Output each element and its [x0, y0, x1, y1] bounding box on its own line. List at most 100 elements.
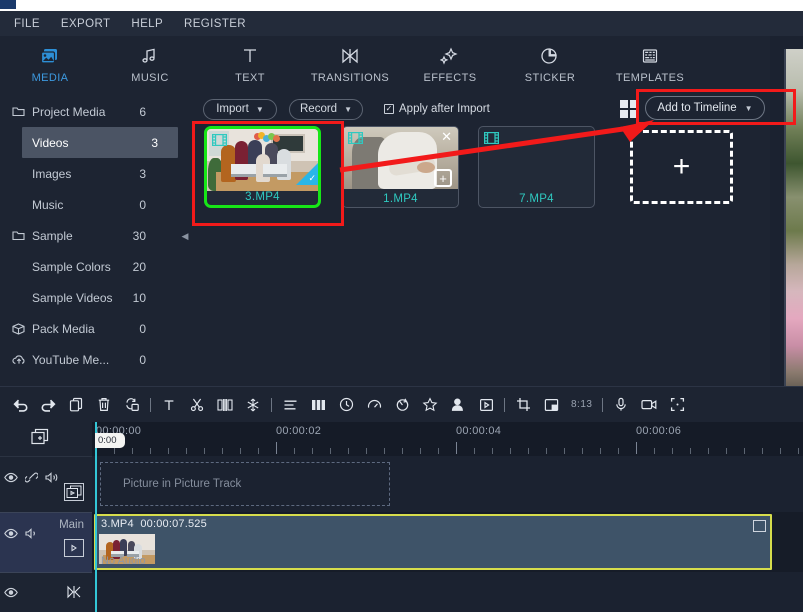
track-preview-main-icon[interactable]	[64, 539, 84, 557]
timeline-track-transition[interactable]	[92, 572, 803, 612]
redo-icon[interactable]	[34, 391, 62, 419]
pip-overlay-icon[interactable]	[537, 391, 565, 419]
record-button[interactable]: Record ▼	[289, 98, 363, 120]
pip-track-placeholder[interactable]: Picture in Picture Track	[100, 462, 390, 506]
track-controls-transition	[4, 585, 18, 603]
portrait-person-icon[interactable]	[444, 391, 472, 419]
add-to-timeline-wrap: Add to Timeline ▼	[645, 96, 765, 122]
ruler-tick	[132, 448, 133, 454]
ruler-tick	[168, 448, 169, 454]
media-thumbnail-label: 7.MP4	[519, 193, 554, 205]
sidebar-label-images: Images	[32, 166, 72, 181]
play-frame-icon[interactable]	[472, 391, 500, 419]
menu-item-export[interactable]: EXPORT	[54, 15, 124, 33]
toolbar-separator	[598, 397, 607, 412]
sidebar-item-youtube-media[interactable]: YouTube Me... 0	[0, 344, 190, 375]
ruler-tick	[708, 448, 709, 454]
camera-record-icon[interactable]	[635, 391, 663, 419]
ruler-tick	[654, 448, 655, 454]
sidebar-item-videos[interactable]: Videos 3	[22, 127, 178, 158]
import-button[interactable]: Import ▼	[203, 98, 277, 120]
pip-track-label: Picture in Picture Track	[123, 478, 242, 490]
sidebar-item-sample-colors[interactable]: Sample Colors 20	[0, 251, 190, 282]
add-media-dropzone[interactable]: +	[630, 130, 733, 204]
close-icon[interactable]: ✕	[441, 130, 452, 143]
split-icon[interactable]	[211, 391, 239, 419]
folder-icon	[10, 230, 27, 241]
sidebar-item-pack-media[interactable]: Pack Media 0	[0, 313, 190, 344]
tab-templates[interactable]: TEMPLATES	[600, 36, 700, 92]
thumbnail-frame: ✕ + 1.MP4	[342, 126, 459, 208]
favorite-star-icon[interactable]	[416, 391, 444, 419]
sidebar-item-sample[interactable]: Sample 30	[0, 220, 190, 251]
media-thumbnail-3mp4[interactable]: ✓ 3.MP4	[204, 126, 321, 208]
timeline-track-main[interactable]: 3.MP4 00:00:07.525 No Audio	[92, 512, 803, 572]
folder-icon	[10, 106, 27, 117]
sidebar-collapse-arrow-icon[interactable]: ◀	[180, 228, 190, 244]
media-thumbnail-7mp4[interactable]: 7.MP4	[478, 126, 595, 208]
add-to-timeline-button[interactable]: Add to Timeline ▼	[645, 96, 765, 120]
eye-visibility-icon[interactable]	[4, 585, 18, 603]
link-chain-icon[interactable]	[24, 470, 39, 488]
speed-gauge-icon[interactable]	[360, 391, 388, 419]
media-thumbnail-1mp4[interactable]: ✕ + 1.MP4	[342, 126, 459, 208]
sidebar-label-pack-media: Pack Media	[32, 321, 95, 336]
speaker-volume-icon[interactable]	[45, 470, 59, 488]
menu-item-register[interactable]: REGISTER	[177, 15, 260, 33]
add-to-timeline-label: Add to Timeline	[657, 102, 737, 114]
speaker-volume-icon[interactable]	[25, 526, 39, 544]
timeline-track-pip[interactable]: Picture in Picture Track	[92, 456, 803, 512]
scissors-cut-icon[interactable]	[183, 391, 211, 419]
tab-text[interactable]: TEXT	[200, 36, 300, 92]
timeline-playhead[interactable]	[95, 422, 97, 612]
tab-media-label: MEDIA	[31, 71, 69, 84]
menu-item-help[interactable]: HELP	[124, 15, 177, 33]
eye-visibility-icon[interactable]	[4, 526, 18, 544]
eye-visibility-icon[interactable]	[4, 470, 18, 488]
tab-effects[interactable]: EFFECTS	[400, 36, 500, 92]
clip-corner-icon[interactable]	[753, 520, 766, 532]
sidebar-item-music[interactable]: Music 0	[0, 189, 190, 220]
track-head-transition[interactable]	[0, 572, 92, 612]
tab-sticker[interactable]: STICKER	[500, 36, 600, 92]
sidebar-item-sample-videos[interactable]: Sample Videos 10	[0, 282, 190, 313]
sidebar-item-project-media[interactable]: Project Media 6	[0, 96, 190, 127]
replace-icon[interactable]	[118, 391, 146, 419]
freeze-snowflake-icon[interactable]	[239, 391, 267, 419]
playhead-time-flag: 0:00	[95, 433, 125, 448]
track-head-pip[interactable]	[0, 456, 92, 512]
ruler-tick	[366, 448, 367, 454]
add-track-icon[interactable]	[30, 428, 50, 446]
color-bars-icon[interactable]	[304, 391, 332, 419]
timeline-clip-3mp4[interactable]: 3.MP4 00:00:07.525 No Audio	[94, 514, 772, 570]
fullscreen-icon[interactable]	[663, 391, 691, 419]
templates-icon	[640, 45, 660, 67]
track-head-main[interactable]: Main	[0, 512, 92, 572]
ruler-tick	[420, 448, 421, 454]
transitions-icon[interactable]	[64, 583, 84, 601]
tab-transitions-label: TRANSITIONS	[310, 71, 390, 84]
menu-item-file[interactable]: FILE	[7, 15, 54, 33]
add-media-plus-button[interactable]: +	[434, 169, 452, 187]
tab-media[interactable]: MEDIA	[0, 36, 100, 92]
delete-trash-icon[interactable]	[90, 391, 118, 419]
tab-transitions[interactable]: TRANSITIONS	[300, 36, 400, 92]
undo-icon[interactable]	[6, 391, 34, 419]
grid-view-icon[interactable]	[620, 100, 638, 118]
aspect-ratio-label[interactable]: 8:13	[565, 399, 598, 410]
adjust-sliders-icon[interactable]	[276, 391, 304, 419]
microphone-icon[interactable]	[607, 391, 635, 419]
copy-icon[interactable]	[62, 391, 90, 419]
track-preview-pip-icon[interactable]	[64, 483, 84, 501]
crop-icon[interactable]	[509, 391, 537, 419]
sidebar-item-images[interactable]: Images 3	[0, 158, 190, 189]
duration-clock-icon[interactable]	[332, 391, 360, 419]
apply-after-import-checkbox[interactable]: ✓ Apply after Import	[384, 103, 490, 115]
menu-bar: FILE EXPORT HELP REGISTER	[0, 11, 803, 36]
text-t-icon[interactable]	[155, 391, 183, 419]
ruler-tick	[438, 448, 439, 454]
rotate-icon[interactable]	[388, 391, 416, 419]
timeline-ruler[interactable]: 00:00:00 00:00:02 00:00:04 00:00:06	[92, 422, 803, 456]
tab-music[interactable]: MUSIC	[100, 36, 200, 92]
sidebar-label-youtube-media: YouTube Me...	[32, 352, 110, 367]
